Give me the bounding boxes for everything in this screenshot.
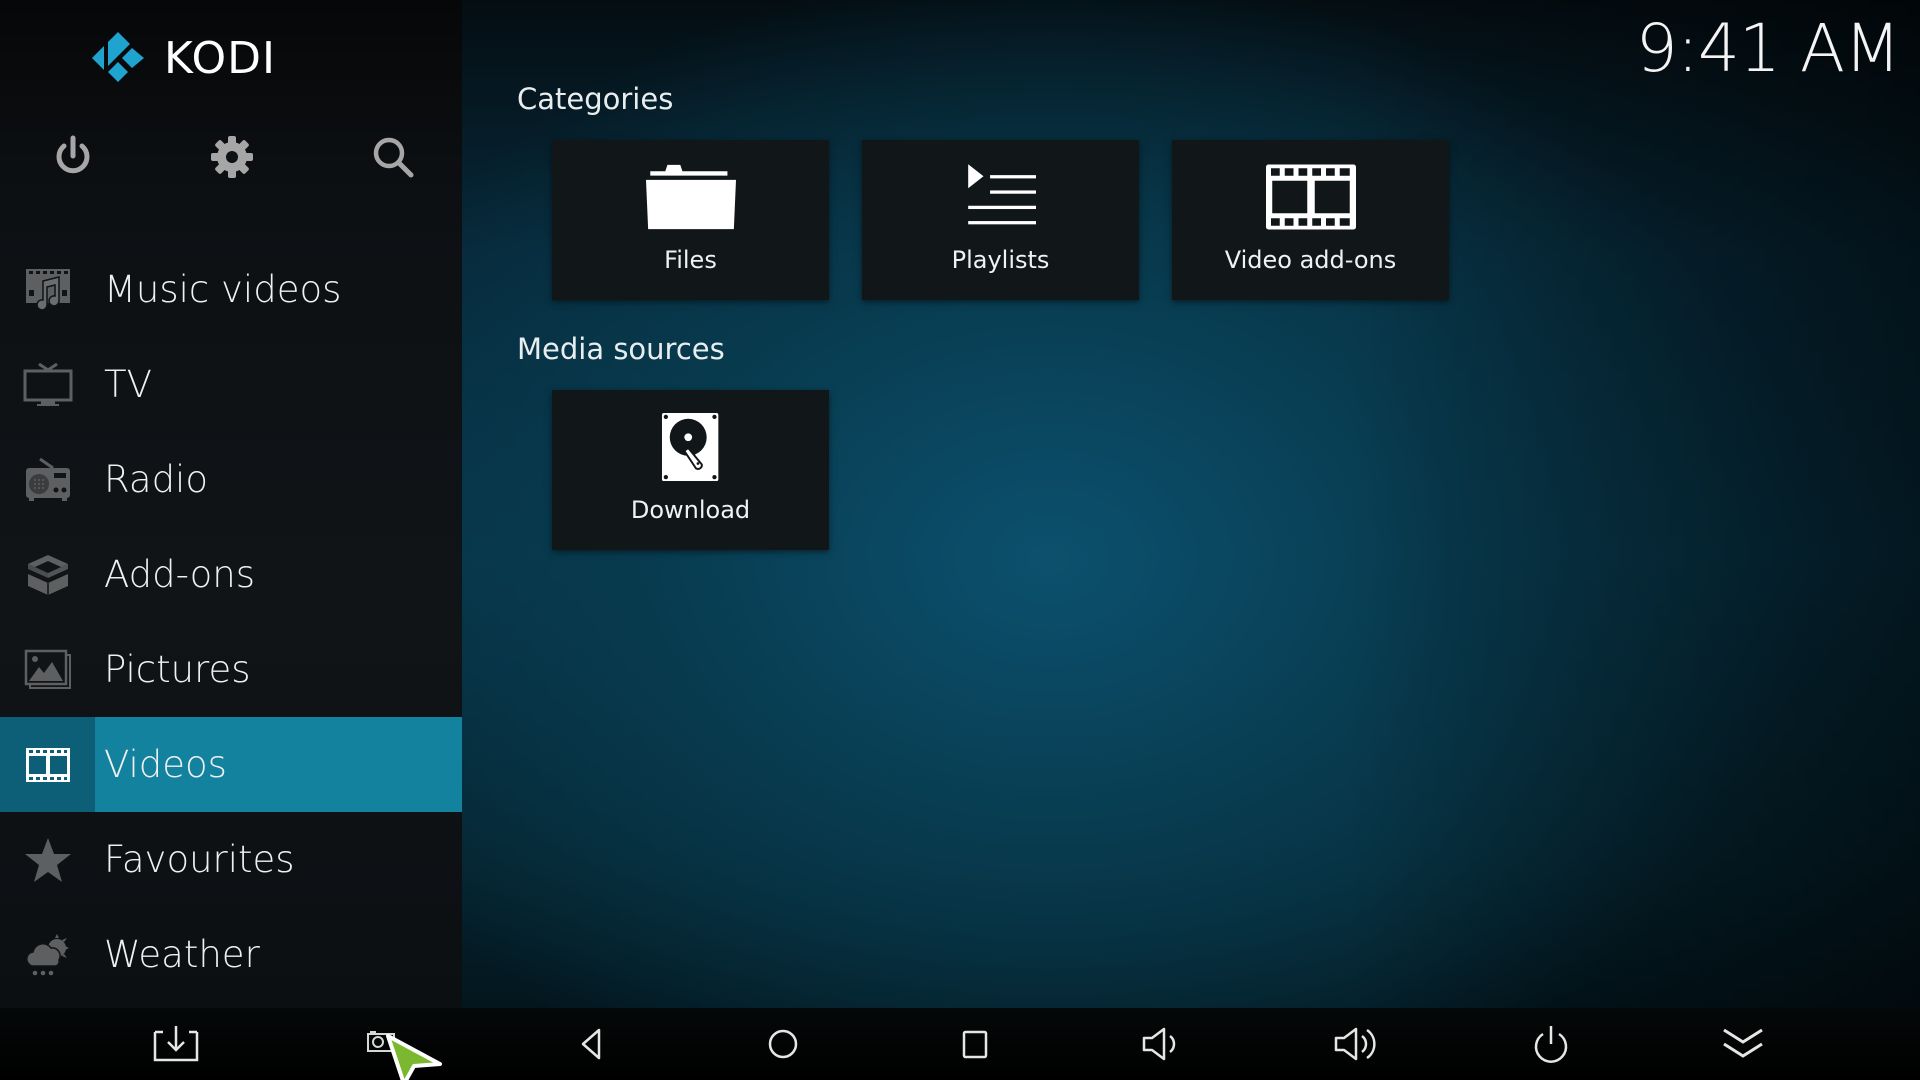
main-menu: Music videos TV Radio Add-ons Pictures V… [0, 242, 462, 1002]
radio-icon [25, 457, 70, 501]
music-video-icon [25, 268, 70, 311]
pictures-icon [24, 649, 71, 689]
power-icon [1534, 1026, 1568, 1063]
tile-video-addons[interactable]: Video add-ons [1172, 140, 1449, 300]
sidebar-item-videos[interactable]: Videos [0, 717, 462, 812]
tile-playlists[interactable]: Playlists [862, 140, 1139, 300]
kodi-logo-icon [92, 32, 144, 82]
hard-drive-icon [662, 412, 719, 482]
download-icon [153, 1026, 199, 1062]
back-triangle-icon [581, 1028, 601, 1060]
back-button[interactable] [566, 1024, 620, 1064]
sidebar-item-favourites[interactable]: Favourites [0, 812, 462, 907]
playlist-icon [967, 164, 1036, 225]
volume-up-icon [1334, 1027, 1376, 1061]
volume-up-button[interactable] [1332, 1024, 1386, 1064]
tv-icon [23, 362, 72, 406]
sidebar-item-label: Favourites [104, 838, 295, 881]
collapse-chevrons-icon [1723, 1028, 1763, 1058]
tile-label: Download [630, 496, 751, 524]
search-icon [373, 137, 414, 178]
top-actions [0, 134, 462, 184]
folder-icon [645, 164, 736, 230]
gear-icon [211, 136, 253, 178]
sidebar-item-label: Radio [104, 458, 208, 501]
volume-down-icon [1142, 1027, 1176, 1061]
search-button[interactable] [370, 134, 416, 180]
sidebar-item-music-videos[interactable]: Music videos [0, 242, 462, 337]
sidebar-item-tv[interactable]: TV [0, 337, 462, 432]
power-button[interactable] [1524, 1024, 1578, 1064]
system-navigation-bar [0, 1008, 1920, 1080]
power-icon [56, 135, 90, 174]
download-button[interactable] [149, 1024, 203, 1064]
sidebar-item-label: Music videos [104, 268, 342, 311]
film-icon [25, 747, 70, 782]
sidebar-item-addons[interactable]: Add-ons [0, 527, 462, 622]
app-name: KODI [164, 32, 276, 84]
sidebar-item-label: Add-ons [104, 553, 256, 596]
tile-download-source[interactable]: Download [552, 390, 829, 550]
film-icon [1265, 164, 1356, 230]
star-icon [24, 837, 71, 882]
sidebar-item-radio[interactable]: Radio [0, 432, 462, 527]
volume-down-button[interactable] [1138, 1024, 1192, 1064]
tile-label: Playlists [951, 246, 1050, 274]
recents-square-icon [962, 1030, 988, 1059]
sidebar-item-label: TV [104, 363, 152, 406]
recents-button[interactable] [948, 1024, 1002, 1064]
tile-files[interactable]: Files [552, 140, 829, 300]
sidebar-item-pictures[interactable]: Pictures [0, 622, 462, 717]
collapse-bar-button[interactable] [1716, 1024, 1770, 1064]
mouse-cursor-icon [386, 1034, 442, 1080]
power-button[interactable] [50, 134, 96, 180]
settings-button[interactable] [209, 134, 255, 180]
sidebar: KODI Music videos TV Radio Add-ons Pictu… [0, 0, 462, 1008]
tile-label: Files [664, 246, 717, 274]
weather-icon [25, 933, 69, 975]
sidebar-item-label: Videos [104, 743, 227, 786]
media-sources-heading: Media sources [517, 332, 725, 366]
home-button[interactable] [756, 1024, 810, 1064]
tile-label: Video add-ons [1224, 246, 1397, 274]
categories-heading: Categories [517, 82, 674, 116]
sidebar-item-weather[interactable]: Weather [0, 907, 462, 1002]
home-circle-icon [768, 1029, 798, 1059]
clock: 9:41 AM [1635, 10, 1901, 87]
kodi-logo: KODI [88, 28, 276, 88]
sidebar-item-label: Weather [104, 933, 260, 976]
addons-box-icon [27, 554, 68, 595]
sidebar-item-label: Pictures [104, 648, 251, 691]
